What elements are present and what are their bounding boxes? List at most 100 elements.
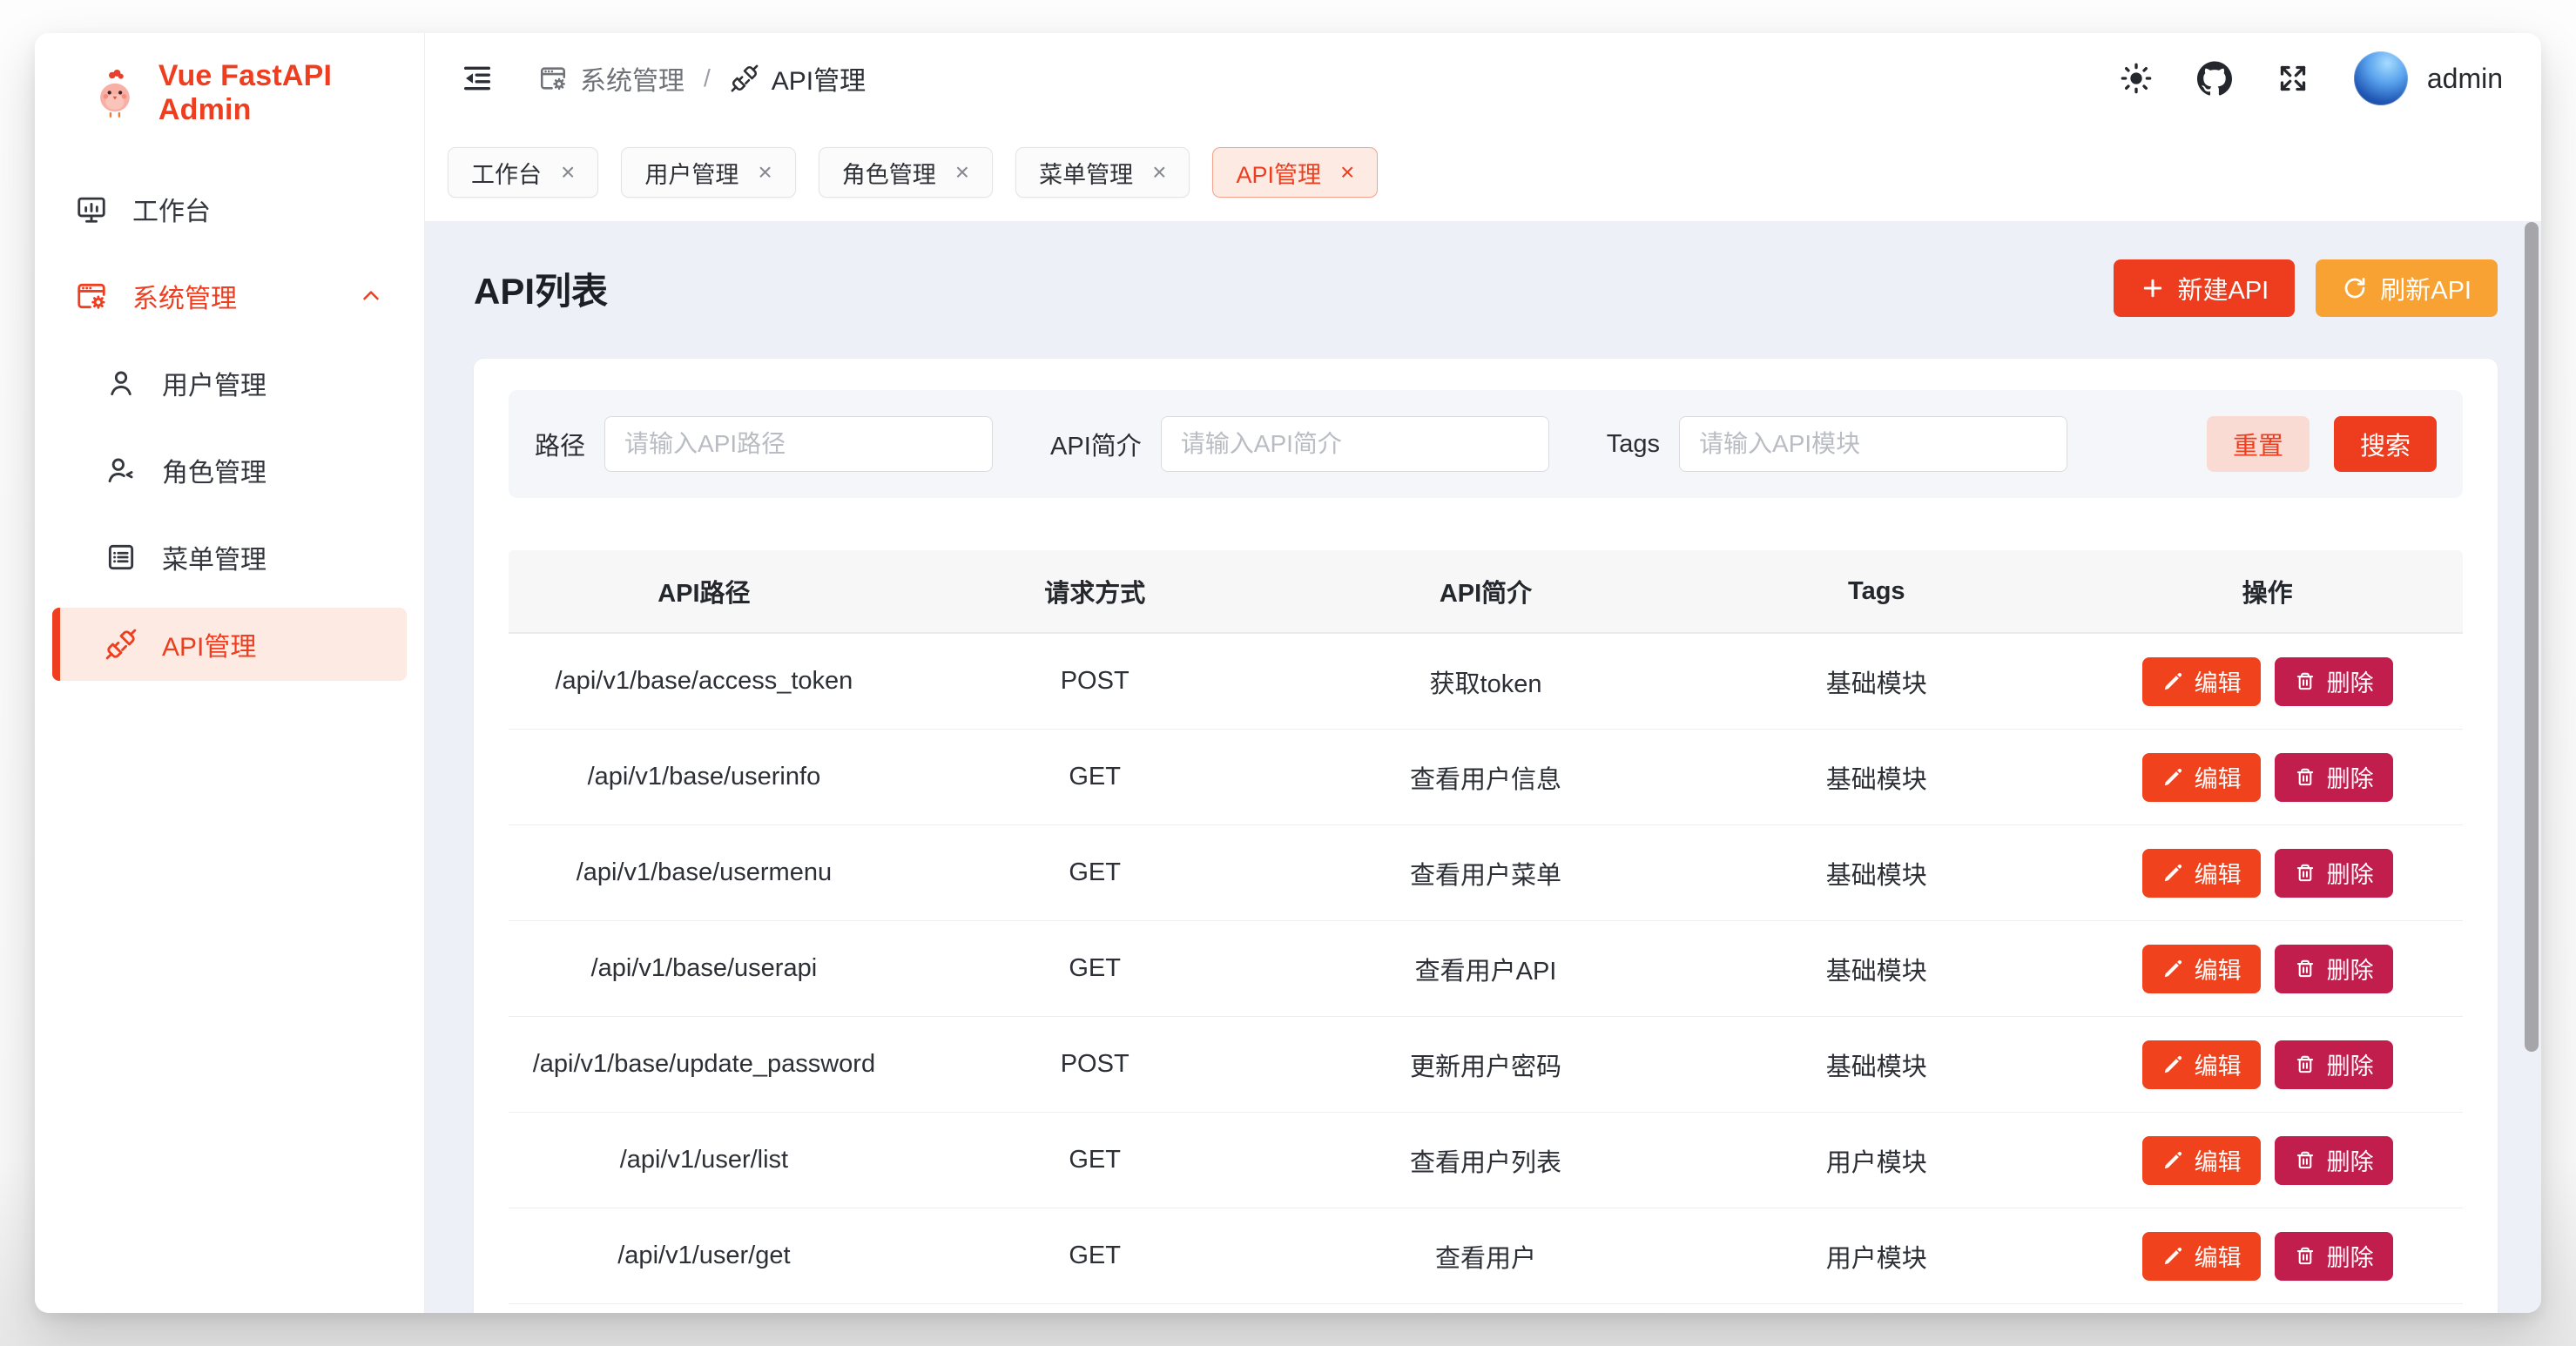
col-tags: Tags (1681, 577, 2072, 606)
pencil-icon (2161, 1149, 2184, 1172)
delete-button[interactable]: 删除 (2275, 753, 2393, 802)
brand[interactable]: Vue FastAPI Admin (35, 33, 424, 150)
edit-button[interactable]: 编辑 (2142, 657, 2261, 706)
tags-cell: 基础模块 (1681, 951, 2072, 987)
user-icon (105, 367, 138, 400)
path-filter-label: 路径 (535, 426, 585, 462)
method-cell: GET (900, 954, 1291, 983)
trash-icon (2294, 1053, 2316, 1076)
method-cell: POST (900, 667, 1291, 696)
row-actions: 编辑 删除 (2072, 945, 2463, 993)
tags-filter-label: Tags (1607, 430, 1660, 459)
system-icon (75, 279, 108, 313)
theme-sun-icon[interactable] (2119, 61, 2154, 96)
username: admin (2427, 63, 2503, 95)
breadcrumb-separator: / (704, 64, 711, 92)
edit-button[interactable]: 编辑 (2142, 945, 2261, 993)
api-path-cell: /api/v1/base/update_password (509, 1050, 900, 1079)
close-icon[interactable]: × (955, 160, 969, 185)
sidebar-item-label: 菜单管理 (162, 538, 266, 576)
delete-button[interactable]: 删除 (2275, 657, 2393, 706)
table-header-row: API路径 请求方式 API简介 Tags 操作 (509, 550, 2463, 634)
table-row: /api/v1/user/list GET 查看用户列表 用户模块 编辑 删除 (509, 1113, 2463, 1208)
delete-button[interactable]: 删除 (2275, 1040, 2393, 1089)
method-cell: GET (900, 763, 1291, 791)
topbar: 系统管理 / API管理 admin (425, 33, 2541, 124)
page-content: API列表 新建API 刷新API 路径 API (425, 221, 2541, 1313)
sidebar-submenu-system: 用户管理 角色管理 菜单管理 API管理 (35, 347, 424, 681)
delete-button[interactable]: 删除 (2275, 945, 2393, 993)
close-icon[interactable]: × (561, 160, 575, 185)
workbench-icon (75, 192, 108, 225)
edit-button[interactable]: 编辑 (2142, 1040, 2261, 1089)
tags-cell: 用户模块 (1681, 1238, 2072, 1275)
delete-button[interactable]: 删除 (2275, 1136, 2393, 1185)
sidebar-item-system[interactable]: 系统管理 (52, 259, 407, 333)
sidebar-item-label: 用户管理 (162, 364, 266, 402)
edit-button[interactable]: 编辑 (2142, 1232, 2261, 1281)
menu-icon (105, 541, 138, 574)
close-icon[interactable]: × (1152, 160, 1166, 185)
col-method: 请求方式 (900, 573, 1291, 609)
breadcrumb-parent[interactable]: 系统管理 (538, 59, 684, 98)
tags-cell: 基础模块 (1681, 1047, 2072, 1083)
summary-cell: 查看用户API (1291, 951, 1682, 987)
path-filter-input[interactable] (604, 416, 993, 472)
fullscreen-icon[interactable] (2276, 61, 2310, 96)
tab-users[interactable]: 用户管理 × (621, 147, 795, 198)
api-list-card: 路径 API简介 Tags 重置 搜索 API路径 请求方式 API简介 (474, 359, 2498, 1313)
breadcrumb: 系统管理 / API管理 (538, 59, 866, 98)
github-icon[interactable] (2197, 61, 2232, 96)
summary-filter-input[interactable] (1161, 416, 1549, 472)
sidebar-item-users[interactable]: 用户管理 (52, 347, 407, 420)
role-icon (105, 454, 138, 487)
tags-cell: 基础模块 (1681, 759, 2072, 796)
trash-icon (2294, 1245, 2316, 1268)
sidebar-item-label: 系统管理 (132, 277, 237, 315)
app-window: Vue FastAPI Admin 工作台 系统管理 用户管理 角色管理 (35, 33, 2541, 1313)
create-api-button[interactable]: 新建API (2114, 259, 2296, 317)
api-path-cell: /api/v1/base/access_token (509, 667, 900, 696)
delete-button[interactable]: 删除 (2275, 849, 2393, 898)
brand-title: Vue FastAPI Admin (158, 59, 407, 127)
tab-menus[interactable]: 菜单管理 × (1015, 147, 1190, 198)
method-cell: GET (900, 1146, 1291, 1174)
page-title: API列表 (474, 262, 608, 315)
refresh-api-button[interactable]: 刷新API (2316, 259, 2498, 317)
system-icon (538, 64, 568, 93)
edit-button[interactable]: 编辑 (2142, 849, 2261, 898)
close-icon[interactable]: × (1340, 160, 1354, 185)
delete-button[interactable]: 删除 (2275, 1232, 2393, 1281)
pencil-icon (2161, 670, 2184, 693)
sidebar-collapse-icon[interactable] (460, 61, 495, 96)
tags-cell: 基础模块 (1681, 663, 2072, 700)
tab-api[interactable]: API管理 × (1212, 147, 1378, 198)
user-menu[interactable]: admin (2354, 51, 2503, 105)
sidebar-item-roles[interactable]: 角色管理 (52, 434, 407, 507)
reset-button[interactable]: 重置 (2207, 416, 2310, 472)
row-actions: 编辑 删除 (2072, 657, 2463, 706)
chevron-up-icon (358, 283, 384, 309)
close-icon[interactable]: × (758, 160, 772, 185)
summary-cell: 更新用户密码 (1291, 1047, 1682, 1083)
api-plug-icon (105, 628, 138, 661)
breadcrumb-current[interactable]: API管理 (730, 59, 866, 98)
col-path: API路径 (509, 573, 900, 609)
search-button[interactable]: 搜索 (2334, 416, 2437, 472)
plus-icon (2140, 275, 2166, 301)
table-body: /api/v1/base/access_token POST 获取token 基… (509, 634, 2463, 1304)
vertical-scrollbar[interactable] (2525, 222, 2539, 1052)
api-path-cell: /api/v1/base/userinfo (509, 763, 900, 791)
table-row: /api/v1/base/userapi GET 查看用户API 基础模块 编辑… (509, 921, 2463, 1017)
sidebar-item-workbench[interactable]: 工作台 (52, 172, 407, 246)
edit-button[interactable]: 编辑 (2142, 753, 2261, 802)
tab-workbench[interactable]: 工作台 × (448, 147, 598, 198)
api-plug-icon (730, 64, 759, 93)
edit-button[interactable]: 编辑 (2142, 1136, 2261, 1185)
method-cell: GET (900, 1242, 1291, 1270)
sidebar-item-menus[interactable]: 菜单管理 (52, 521, 407, 594)
tags-filter-input[interactable] (1679, 416, 2067, 472)
tab-roles[interactable]: 角色管理 × (819, 147, 993, 198)
open-tabs-bar: 工作台 × 用户管理 × 角色管理 × 菜单管理 × API管理 × (425, 124, 2541, 221)
sidebar-item-api[interactable]: API管理 (52, 608, 407, 681)
